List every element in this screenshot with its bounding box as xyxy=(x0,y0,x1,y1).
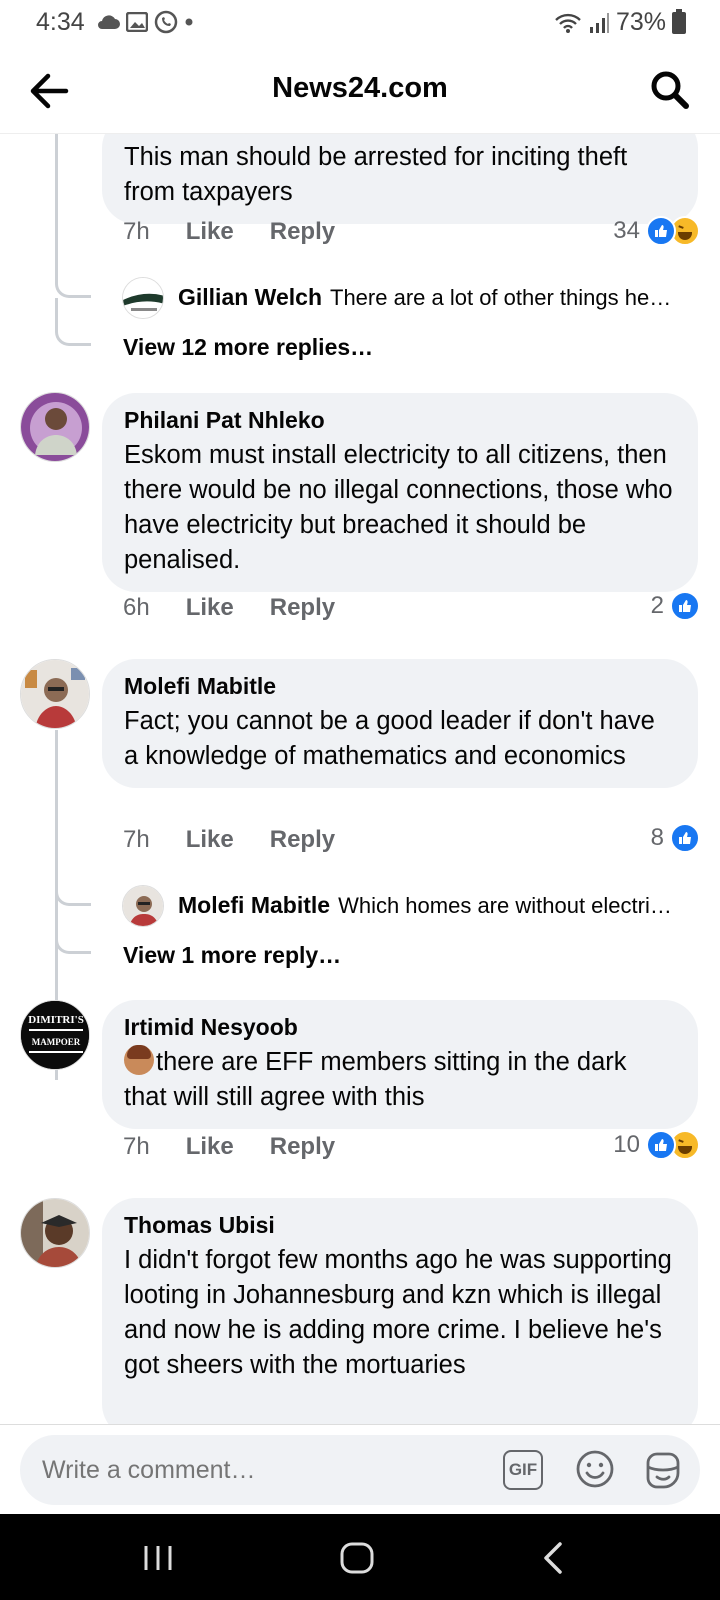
thread-branch xyxy=(55,298,91,346)
emoji-icon[interactable] xyxy=(575,1449,615,1489)
status-time: 4:34 xyxy=(36,8,85,36)
comment-time[interactable]: 6h xyxy=(123,594,150,622)
search-icon[interactable] xyxy=(648,68,692,112)
comment-author[interactable]: Irtimid Nesyoob xyxy=(124,1014,676,1041)
reply-author: Molefi Mabitle xyxy=(178,892,331,918)
comment-time[interactable]: 7h xyxy=(123,826,150,854)
reply-button[interactable]: Reply xyxy=(270,826,335,854)
avatar[interactable] xyxy=(20,1198,90,1268)
reaction-count: 2 xyxy=(650,592,664,619)
like-reaction-icon xyxy=(670,591,700,621)
like-reaction-icon xyxy=(646,1130,676,1160)
reaction-summary[interactable]: 8 xyxy=(651,823,700,853)
home-icon[interactable] xyxy=(337,1538,377,1578)
reply-button[interactable]: Reply xyxy=(270,594,335,622)
comment-text: there are EFF members sitting in the dar… xyxy=(124,1048,627,1111)
avatar[interactable]: DIMITRI'S MAMPOER xyxy=(20,1000,90,1070)
reply-preview[interactable]: Molefi Mabitle Which homes are without el… xyxy=(178,892,700,919)
comment-actions: 6h Like Reply xyxy=(123,594,335,622)
battery-percent: 73% xyxy=(615,8,666,36)
back-nav-icon[interactable] xyxy=(534,1538,574,1578)
wifi-icon xyxy=(555,13,581,33)
signal-icon xyxy=(589,12,609,33)
comment-text: Eskom must install electricity to all ci… xyxy=(124,441,673,574)
like-button[interactable]: Like xyxy=(186,1133,234,1161)
gif-button[interactable]: GIF xyxy=(503,1450,543,1490)
facepalm-emoji-icon xyxy=(124,1045,154,1075)
reply-preview[interactable]: Gillian Welch There are a lot of other th… xyxy=(178,284,700,311)
comment-author[interactable]: Molefi Mabitle xyxy=(124,673,676,700)
reply-avatar[interactable] xyxy=(122,885,164,927)
cloud-icon xyxy=(98,15,120,29)
view-more-replies[interactable]: View 1 more reply… xyxy=(123,942,341,969)
avatar[interactable] xyxy=(20,392,90,462)
like-button[interactable]: Like xyxy=(186,594,234,622)
comment-composer: GIF xyxy=(0,1424,720,1514)
top-bar: News24.com xyxy=(0,48,720,134)
reply-text: Which homes are without electri… xyxy=(338,893,672,918)
reaction-summary[interactable]: 2 xyxy=(651,591,700,621)
avatar[interactable] xyxy=(20,659,90,729)
comment-bubble[interactable]: Irtimid Nesyoob there are EFF members si… xyxy=(102,1000,698,1129)
view-more-replies[interactable]: View 12 more replies… xyxy=(123,334,373,361)
comment-actions: 7h Like Reply xyxy=(123,1133,335,1161)
like-button[interactable]: Like xyxy=(186,826,234,854)
reaction-summary[interactable]: 34 xyxy=(613,216,700,246)
comment-author[interactable]: Philani Pat Nhleko xyxy=(124,407,676,434)
comment-actions: 7h Like Reply xyxy=(123,826,335,854)
comment-input[interactable] xyxy=(42,1449,472,1491)
like-reaction-icon xyxy=(670,823,700,853)
dot-icon xyxy=(185,18,193,26)
comment-bubble[interactable]: This man should be arrested for inciting… xyxy=(102,134,698,224)
sticker-icon[interactable] xyxy=(642,1449,684,1491)
thread-branch xyxy=(55,872,91,906)
reply-author: Gillian Welch xyxy=(178,284,322,310)
thread-branch xyxy=(55,264,91,298)
page-title: News24.com xyxy=(272,72,448,104)
like-reaction-icon xyxy=(646,216,676,246)
comment-actions: 7h Like Reply xyxy=(123,218,335,246)
thread-branch xyxy=(55,906,91,954)
comment-bubble[interactable]: Molefi Mabitle Fact; you cannot be a goo… xyxy=(102,659,698,788)
reply-button[interactable]: Reply xyxy=(270,218,335,246)
reaction-count: 10 xyxy=(613,1131,640,1158)
comment-author[interactable]: Thomas Ubisi xyxy=(124,1212,676,1239)
comments-list[interactable]: This man should be arrested for inciting… xyxy=(0,134,720,1424)
reaction-summary[interactable]: 10 xyxy=(613,1130,700,1160)
composer-box: GIF xyxy=(20,1435,700,1505)
comment-bubble[interactable]: Philani Pat Nhleko Eskom must install el… xyxy=(102,393,698,592)
comment-text: Fact; you cannot be a good leader if don… xyxy=(124,707,655,770)
reply-text: There are a lot of other things he… xyxy=(330,285,672,310)
comment-time[interactable]: 7h xyxy=(123,1133,150,1161)
system-nav-bar xyxy=(0,1514,720,1600)
svg-text:DIMITRI'S: DIMITRI'S xyxy=(28,1014,84,1026)
comment-text: I didn't forgot few months ago he was su… xyxy=(124,1246,672,1379)
reply-button[interactable]: Reply xyxy=(270,1133,335,1161)
comment-text: This man should be arrested for inciting… xyxy=(124,143,628,206)
comment-text-wrap: there are EFF members sitting in the dar… xyxy=(124,1045,676,1115)
status-bar: 4:34 73% xyxy=(0,0,720,46)
reaction-count: 34 xyxy=(613,217,640,244)
thread-line xyxy=(55,134,58,274)
gallery-icon xyxy=(126,12,148,32)
avatar-label: MAMPOER xyxy=(32,1037,81,1047)
battery-icon xyxy=(672,8,686,34)
comment-bubble[interactable]: Thomas Ubisi I didn't forgot few months … xyxy=(102,1198,698,1424)
whatsapp-icon xyxy=(154,10,178,34)
recent-apps-icon[interactable] xyxy=(138,1538,178,1578)
comment-time[interactable]: 7h xyxy=(123,218,150,246)
reply-avatar[interactable] xyxy=(122,277,164,319)
like-button[interactable]: Like xyxy=(186,218,234,246)
reaction-count: 8 xyxy=(650,824,664,851)
